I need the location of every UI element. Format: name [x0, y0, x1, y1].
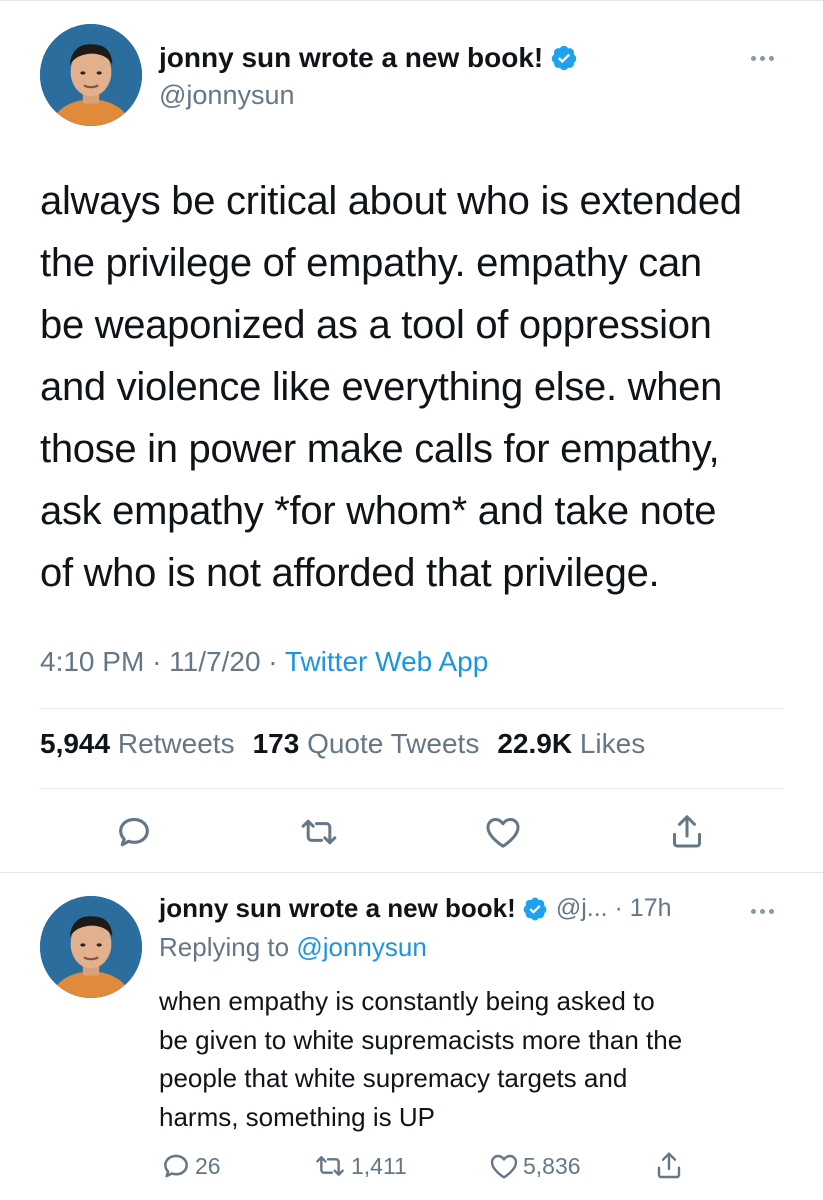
likes-label: Likes: [579, 728, 646, 759]
more-icon[interactable]: [751, 56, 774, 61]
reply-text-line: harms, something is UP: [159, 1101, 435, 1132]
reply-text: when empathy is constantly being asked t…: [159, 982, 789, 1136]
verified-badge-icon: [550, 44, 578, 72]
tweet-source[interactable]: Twitter Web App: [285, 646, 488, 677]
author-name[interactable]: jonny sun wrote a new book!: [159, 42, 543, 74]
tweet-text-line: and violence like everything else. when: [40, 365, 723, 409]
reply-share-button[interactable]: [653, 1148, 685, 1182]
tweet-time[interactable]: 4:10 PM: [40, 646, 144, 677]
reply-icon: [164, 1154, 188, 1178]
tweet-text: always be critical about who is extended…: [40, 170, 800, 604]
reply-author-name[interactable]: jonny sun wrote a new book!: [159, 893, 516, 924]
share-button[interactable]: [667, 810, 707, 852]
author-avatar[interactable]: [40, 24, 142, 126]
quotes-count: 173: [252, 728, 300, 759]
tweet-text-line: of who is not afforded that privilege.: [40, 551, 660, 595]
tweet-separator: [0, 872, 823, 873]
tweet-text-line: ask empathy *for whom* and take note: [40, 489, 717, 533]
top-border: [0, 0, 823, 1]
tweet-meta: 4:10 PM · 11/7/20 · Twitter Web App: [40, 646, 488, 678]
tweet-date[interactable]: 11/7/20: [169, 646, 260, 677]
reply-reply-button[interactable]: 26: [160, 1150, 221, 1182]
retweets-label: Retweets: [117, 728, 235, 759]
retweets-count: 5,944: [40, 728, 111, 759]
retweet-icon: [316, 1156, 344, 1176]
tweet-stats: 5,944 Retweets 173 Quote Tweets 22.9K Like…: [40, 728, 645, 760]
replying-to-handle[interactable]: @jonnysun: [296, 932, 426, 962]
reply-header: jonny sun wrote a new book! @j... · 17h: [159, 893, 672, 924]
author-handle[interactable]: @jonnysun: [159, 80, 295, 111]
tweet-text-line: the privilege of empathy. empathy can: [40, 241, 702, 285]
retweet-button[interactable]: [298, 812, 340, 852]
share-icon: [673, 815, 701, 848]
retweet-icon: [301, 819, 337, 845]
likes-count: 22.9K: [497, 728, 573, 759]
author-name-row: jonny sun wrote a new book!: [159, 42, 578, 74]
like-count: 5,836: [523, 1152, 581, 1179]
like-icon: [486, 818, 520, 848]
tweet-text-line: those in power make calls for empathy,: [40, 427, 720, 471]
reply-author-avatar[interactable]: [40, 896, 142, 998]
replying-to-label: Replying to: [159, 932, 290, 962]
reply-retweet-button[interactable]: 1,411: [312, 1150, 407, 1182]
meta-dot: ·: [152, 646, 162, 677]
likes-stat[interactable]: 22.9K Likes: [497, 728, 645, 759]
share-icon: [657, 1152, 681, 1179]
replying-to: Replying to @jonnysun: [159, 932, 427, 963]
retweets-stat[interactable]: 5,944 Retweets: [40, 728, 235, 759]
reply-count: 26: [195, 1152, 221, 1179]
quotes-stat[interactable]: 173 Quote Tweets: [253, 728, 480, 759]
reply-like-button[interactable]: 5,836: [488, 1150, 581, 1182]
retweet-count: 1,411: [351, 1152, 407, 1179]
like-icon: [490, 1154, 518, 1179]
reply-text-line: people that white supremacy targets and: [159, 1063, 628, 1093]
quotes-label: Quote Tweets: [307, 728, 480, 759]
meta-dot: ·: [268, 646, 278, 677]
reply-button[interactable]: [114, 812, 154, 852]
reply-text-line: when empathy is constantly being asked t…: [159, 986, 655, 1016]
divider: [40, 788, 783, 789]
tweet-text-line: be weaponized as a tool of oppression: [40, 303, 712, 347]
like-button[interactable]: [483, 812, 523, 852]
reply-icon: [119, 817, 149, 847]
divider: [40, 708, 783, 709]
reply-handle-time[interactable]: @j... · 17h: [556, 894, 672, 923]
tweet-text-line: always be critical about who is extended: [40, 179, 742, 223]
more-icon[interactable]: [751, 909, 774, 914]
verified-badge-icon: [522, 896, 548, 922]
reply-text-line: be given to white supremacists more than…: [159, 1024, 683, 1055]
